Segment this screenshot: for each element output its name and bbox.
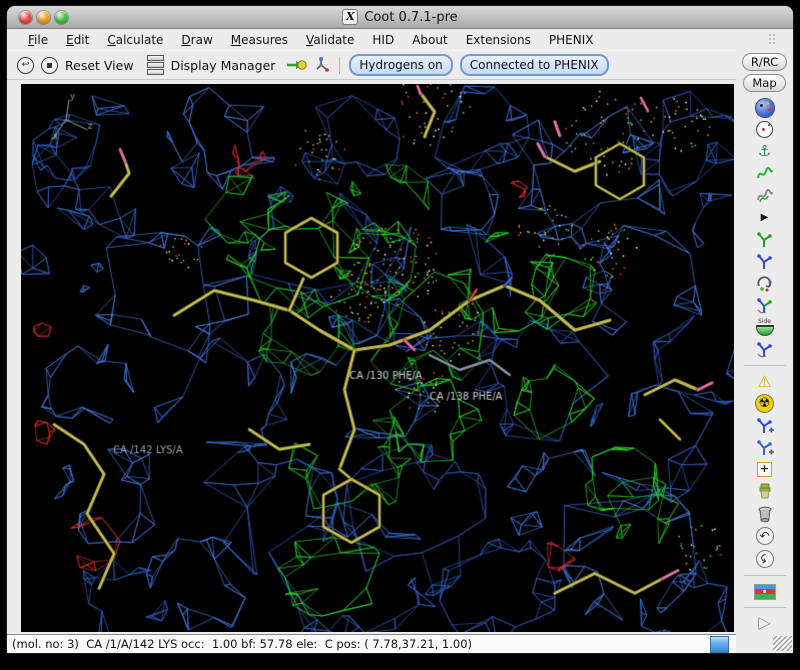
anchor-icon[interactable]: ⚓: [752, 143, 778, 160]
auto-fit-rotamer-icon[interactable]: [752, 231, 778, 248]
menubar: FileEditCalculateDrawMeasuresValidateHID…: [7, 29, 793, 50]
window-title: Coot 0.7.1-pre: [364, 10, 457, 25]
window-title-area: X Coot 0.7.1-pre: [7, 6, 793, 28]
titlebar[interactable]: X Coot 0.7.1-pre: [7, 6, 793, 29]
menu-item-phenix[interactable]: PHENIX: [540, 31, 603, 49]
radiation-mutate-icon[interactable]: ☢: [756, 395, 773, 412]
right-panel: R/RC Map ⚓ ▶ Side ⚠ ☢ + ↶ ↶ ▷: [736, 50, 793, 653]
torsion-general-icon[interactable]: [752, 297, 778, 314]
undo-icon[interactable]: ↶: [756, 527, 774, 545]
menu-item-validate[interactable]: Validate: [297, 31, 363, 49]
menu-item-extensions[interactable]: Extensions: [457, 31, 540, 49]
rotamers-icon[interactable]: [752, 253, 778, 270]
display-manager-icon: [147, 55, 164, 75]
stop-icon[interactable]: [41, 57, 58, 74]
redo-icon[interactable]: ↶: [753, 548, 775, 570]
scale-thumb[interactable]: [710, 636, 729, 653]
coot-window: X Coot 0.7.1-pre FileEditCalculateDrawMe…: [7, 6, 793, 653]
rotate-sphere-icon[interactable]: [752, 99, 778, 116]
toolbar-grip[interactable]: [768, 33, 775, 44]
menu-item-file[interactable]: File: [19, 31, 57, 49]
canvas-frame: [7, 80, 736, 634]
phenix-connection-button[interactable]: Connected to PHENIX: [460, 54, 609, 76]
add-terminal-residue-icon[interactable]: [752, 417, 778, 434]
paintbrush-icon[interactable]: [752, 483, 778, 500]
hydrogens-toggle-button[interactable]: Hydrogens on: [349, 54, 452, 76]
display-manager-button[interactable]: Display Manager: [171, 58, 276, 73]
r-rc-button[interactable]: R/RC: [742, 53, 787, 71]
toolbar-separator: [744, 575, 786, 576]
resize-grip[interactable]: [773, 636, 792, 651]
toolbar-separator: [744, 365, 786, 366]
add-alt-conf-icon[interactable]: [752, 439, 778, 456]
x11-icon: X: [342, 9, 358, 25]
back-icon[interactable]: ↩: [17, 57, 34, 74]
main-toolbar: ↩ Reset View Display Manager Hydroge: [7, 50, 736, 80]
toolbar-separator: [339, 57, 340, 74]
mutate-warning-icon[interactable]: ⚠: [752, 373, 778, 390]
accept-play-icon[interactable]: ▶: [752, 209, 778, 226]
pep-flip-icon[interactable]: [752, 341, 778, 358]
menu-item-draw[interactable]: Draw: [172, 31, 221, 49]
menu-item-about[interactable]: About: [403, 31, 456, 49]
run-refinement-icon[interactable]: ▷: [752, 615, 778, 632]
edit-chi-angles-icon[interactable]: [752, 275, 778, 292]
flag-icon[interactable]: [752, 583, 778, 600]
status-bar: (mol. no: 3) CA /1/A/142 LYS occ: 1.00 b…: [7, 634, 736, 653]
add-atom-icon[interactable]: +: [752, 461, 778, 478]
menu-item-hid[interactable]: HID: [363, 31, 403, 49]
menu-item-edit[interactable]: Edit: [57, 31, 98, 49]
toolbar-separator: [744, 607, 786, 608]
sphere-refine-icon[interactable]: [752, 187, 778, 204]
go-to-atom-icon[interactable]: [286, 57, 308, 73]
menu-item-measures[interactable]: Measures: [222, 31, 297, 49]
real-space-refine-icon[interactable]: [752, 165, 778, 182]
environment-molecule-icon[interactable]: [315, 56, 330, 74]
right-panel-bottom: [736, 636, 793, 653]
flip-side-chain-icon[interactable]: Side: [752, 319, 778, 336]
menu-item-calculate[interactable]: Calculate: [98, 31, 172, 49]
modelling-toolbar: ⚓ ▶ Side ⚠ ☢ + ↶ ↶ ▷: [744, 99, 786, 632]
map-button[interactable]: Map: [743, 74, 785, 92]
delete-item-icon[interactable]: [752, 505, 778, 522]
recentre-clock-icon[interactable]: [752, 121, 778, 138]
status-text: (mol. no: 3) CA /1/A/142 LYS occ: 1.00 b…: [7, 637, 472, 651]
reset-view-button[interactable]: Reset View: [65, 58, 134, 73]
gl-canvas[interactable]: [21, 84, 734, 632]
